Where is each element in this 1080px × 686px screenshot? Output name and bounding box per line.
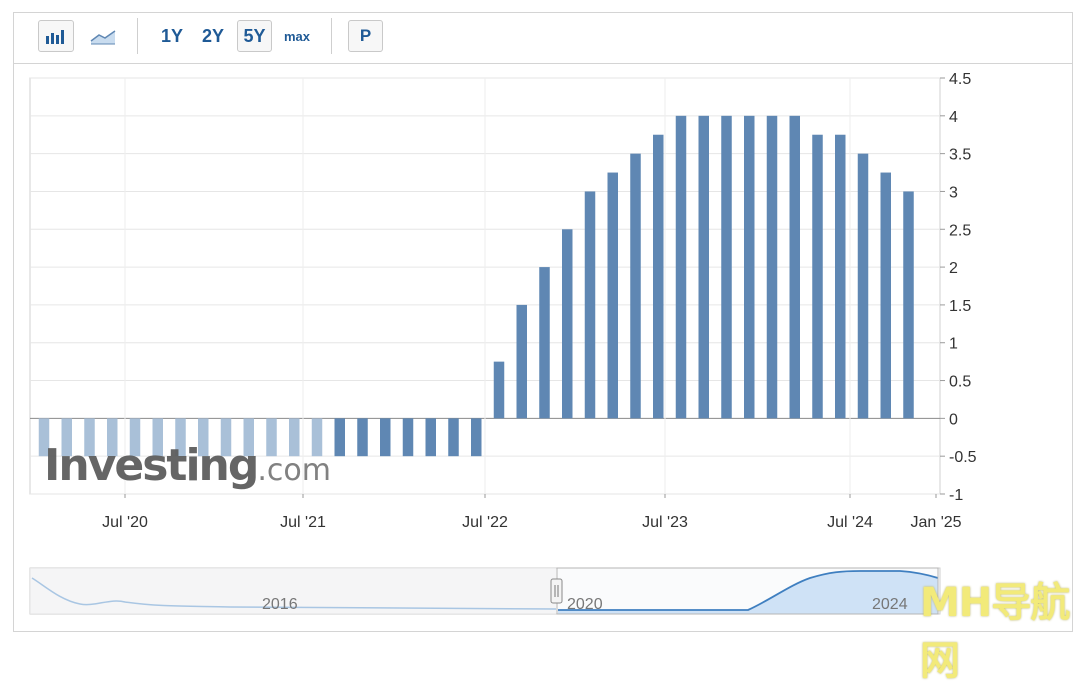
bar [493, 361, 505, 419]
x-tick-label: Jul '20 [102, 514, 148, 531]
y-tick-label: 3.5 [949, 147, 971, 164]
bar [380, 418, 391, 457]
watermark-suffix: .com [257, 453, 331, 488]
x-tick-label: Jan '25 [910, 514, 961, 531]
bar [880, 172, 891, 419]
bar [425, 418, 436, 457]
bar [789, 115, 800, 419]
bar [766, 115, 778, 419]
bar [402, 418, 414, 457]
bar [744, 115, 755, 419]
bar [835, 134, 846, 419]
bar [903, 191, 914, 419]
navigator-year-label: 2020 [567, 596, 603, 613]
bar [857, 153, 869, 419]
y-tick-label: 1.5 [949, 298, 971, 315]
y-tick-label: -1 [949, 487, 963, 504]
navigator-handle [550, 578, 563, 604]
bar [516, 304, 527, 419]
bar-chart: 4.5 4 3.5 3 2.5 2 1.5 1 0.5 0 -0.5 -1 Jul '20 Jul '21… [29, 71, 977, 615]
bar [471, 418, 482, 457]
y-tick-label: 4 [949, 109, 958, 126]
bar [721, 115, 732, 419]
bar [653, 134, 664, 419]
overlay-watermark: MH导航网 [920, 580, 1070, 684]
bar [539, 267, 550, 419]
bar [607, 172, 618, 419]
bar [448, 418, 459, 457]
x-tick-label: Jul '24 [827, 514, 873, 531]
bar [675, 115, 687, 419]
bar [562, 229, 573, 419]
y-tick-label: 1 [949, 336, 958, 353]
x-tick-label: Jul '22 [462, 514, 508, 531]
bar [334, 418, 345, 457]
y-tick-label: 2.5 [949, 222, 971, 239]
y-tick-label: -0.5 [949, 449, 977, 466]
bar [698, 115, 709, 419]
bar [357, 418, 368, 457]
watermark-brand: Investing [44, 440, 259, 491]
y-tick-label: 0.5 [949, 374, 971, 391]
y-tick-label: 4.5 [949, 71, 971, 88]
investing-watermark: Investing.com [44, 440, 331, 491]
x-tick-label: Jul '23 [642, 514, 688, 531]
bar [812, 134, 823, 419]
y-tick-label: 2 [949, 260, 958, 277]
bar [584, 191, 596, 419]
y-tick-label: 0 [949, 411, 958, 428]
navigator-year-label: 2016 [262, 596, 298, 613]
y-tick-label: 3 [949, 184, 958, 201]
navigator-year-label: 2024 [872, 596, 908, 613]
bar [630, 153, 641, 419]
x-tick-label: Jul '21 [280, 514, 326, 531]
